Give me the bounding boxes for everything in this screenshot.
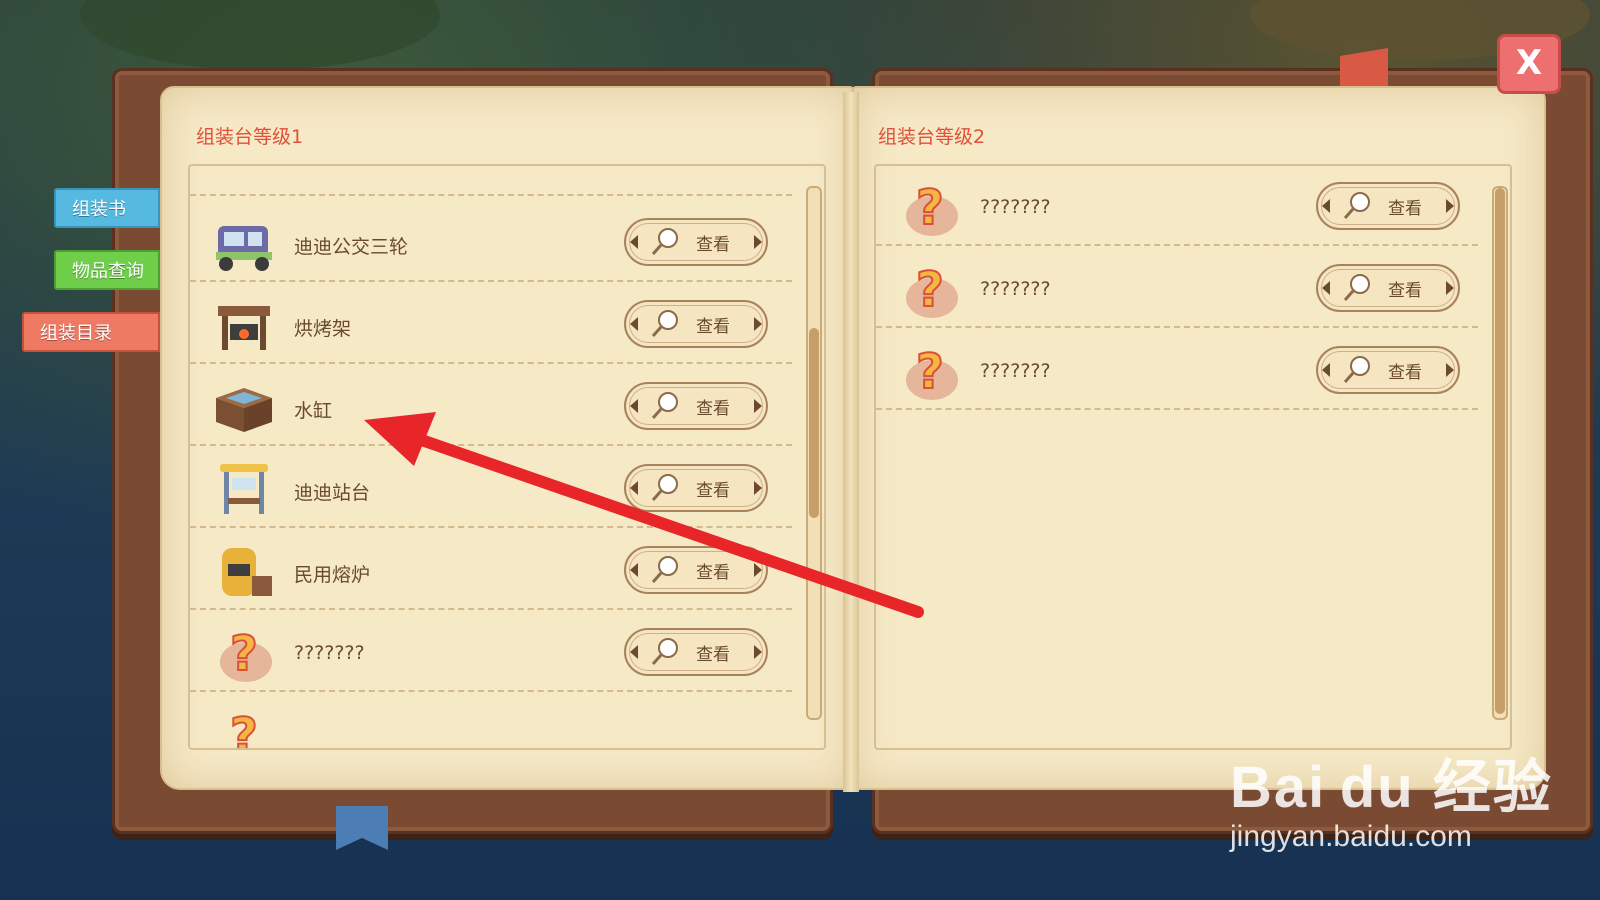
magnifier-icon xyxy=(1343,274,1370,301)
list-item: 迪迪站台 查看 xyxy=(190,448,810,528)
question-mark-icon: ? xyxy=(220,625,272,683)
page-title-level-1: 组装台等级1 xyxy=(196,126,304,148)
close-icon: X xyxy=(1515,43,1543,83)
view-button-label: 查看 xyxy=(1388,199,1422,219)
list-item-partial xyxy=(190,166,810,196)
tab-assembly-catalog[interactable]: 组装目录 xyxy=(22,312,160,352)
bookmark-ribbon-blue xyxy=(336,806,388,850)
view-button-label: 查看 xyxy=(696,235,730,255)
row-divider xyxy=(190,280,792,282)
view-button[interactable]: 查看 xyxy=(1316,346,1460,394)
furnace-icon xyxy=(222,548,272,596)
svg-text:?: ? xyxy=(230,626,258,682)
svg-text:?: ? xyxy=(916,262,944,318)
water-tank-icon xyxy=(216,388,272,432)
item-name: 烘烤架 xyxy=(294,318,352,340)
svg-text:?: ? xyxy=(230,708,258,750)
view-button-label: 查看 xyxy=(1388,363,1422,383)
list-item-partial: ? xyxy=(190,694,810,750)
item-name: 迪迪公交三轮 xyxy=(294,236,409,258)
close-button[interactable]: X xyxy=(1497,34,1561,94)
item-name: ??????? xyxy=(980,278,1051,300)
scrollbar-thumb[interactable] xyxy=(1495,188,1505,714)
row-divider xyxy=(876,408,1478,410)
view-button-label: 查看 xyxy=(696,399,730,419)
view-button-label: 查看 xyxy=(1388,281,1422,301)
row-divider xyxy=(190,690,792,692)
item-name: 民用熔炉 xyxy=(294,564,371,586)
magnifier-icon xyxy=(651,392,678,419)
view-button[interactable]: 查看 xyxy=(624,218,768,266)
watermark-logo: Bai du 经验 xyxy=(1230,755,1553,820)
tab-item-search[interactable]: 物品查询 xyxy=(54,250,160,290)
list-item: ? ??????? 查看 xyxy=(876,166,1496,246)
magnifier-icon xyxy=(1343,192,1370,219)
row-divider xyxy=(190,194,792,196)
magnifier-icon xyxy=(651,638,678,665)
list-item: 民用熔炉 查看 xyxy=(190,530,810,610)
scrollbar-left[interactable] xyxy=(806,186,822,720)
tab-assembly-book[interactable]: 组装书 xyxy=(54,188,160,228)
book-spine xyxy=(843,92,859,792)
row-divider xyxy=(190,608,792,610)
item-name: 迪迪站台 xyxy=(294,482,371,504)
list-item: ? ??????? 查看 xyxy=(876,330,1496,410)
view-button[interactable]: 查看 xyxy=(624,628,768,676)
view-button[interactable]: 查看 xyxy=(1316,264,1460,312)
magnifier-icon xyxy=(651,556,678,583)
view-button-label: 查看 xyxy=(696,481,730,501)
svg-text:?: ? xyxy=(916,180,944,236)
baidu-watermark: Bai du 经验 jingyan.baidu.com xyxy=(1230,740,1553,854)
magnifier-icon xyxy=(651,228,678,255)
question-mark-icon: ? xyxy=(229,707,259,750)
page-title-level-2: 组装台等级2 xyxy=(878,126,986,148)
magnifier-icon xyxy=(651,310,678,337)
tricycle-icon xyxy=(216,226,272,271)
list-item: 烘烤架 查看 xyxy=(190,284,810,364)
view-button[interactable]: 查看 xyxy=(1316,182,1460,230)
view-button-label: 查看 xyxy=(696,563,730,583)
row-divider xyxy=(876,244,1478,246)
row-divider xyxy=(876,326,1478,328)
list-item: 迪迪公交三轮 查看 xyxy=(190,202,810,282)
bookmark-ribbon-red xyxy=(1340,48,1388,88)
scrollbar-thumb[interactable] xyxy=(809,328,819,518)
list-item: ? ??????? 查看 xyxy=(876,248,1496,328)
row-divider xyxy=(190,526,792,528)
view-button[interactable]: 查看 xyxy=(624,546,768,594)
list-item: 水缸 查看 xyxy=(190,366,810,446)
question-mark-icon: ? xyxy=(906,343,958,401)
item-name: ??????? xyxy=(980,196,1051,218)
watermark-url: jingyan.baidu.com xyxy=(1230,820,1472,853)
svg-text:?: ? xyxy=(916,344,944,400)
item-list-right: ? ??????? 查看 ? ??????? 查看 ? ??????? 查看 xyxy=(874,164,1512,750)
list-item: ? ??????? 查看 xyxy=(190,612,810,692)
question-mark-icon: ? xyxy=(906,261,958,319)
view-button-label: 查看 xyxy=(696,317,730,337)
scrollbar-right[interactable] xyxy=(1492,186,1508,720)
question-mark-icon: ? xyxy=(906,179,958,237)
row-divider xyxy=(190,444,792,446)
background-foliage xyxy=(80,0,440,70)
item-name: ??????? xyxy=(294,642,365,664)
magnifier-icon xyxy=(651,474,678,501)
view-button-label: 查看 xyxy=(696,645,730,665)
magnifier-icon xyxy=(1343,356,1370,383)
view-button[interactable]: 查看 xyxy=(624,464,768,512)
item-list-left: 迪迪公交三轮 查看 烘烤架 查看 水缸 查看 迪迪站台 查看 民用熔炉 查看 ?… xyxy=(188,164,826,750)
row-divider xyxy=(190,362,792,364)
view-button[interactable]: 查看 xyxy=(624,300,768,348)
item-name: ??????? xyxy=(980,360,1051,382)
grill-icon xyxy=(218,306,270,350)
item-name: 水缸 xyxy=(294,400,333,422)
bus-stop-icon xyxy=(220,464,268,514)
view-button[interactable]: 查看 xyxy=(624,382,768,430)
